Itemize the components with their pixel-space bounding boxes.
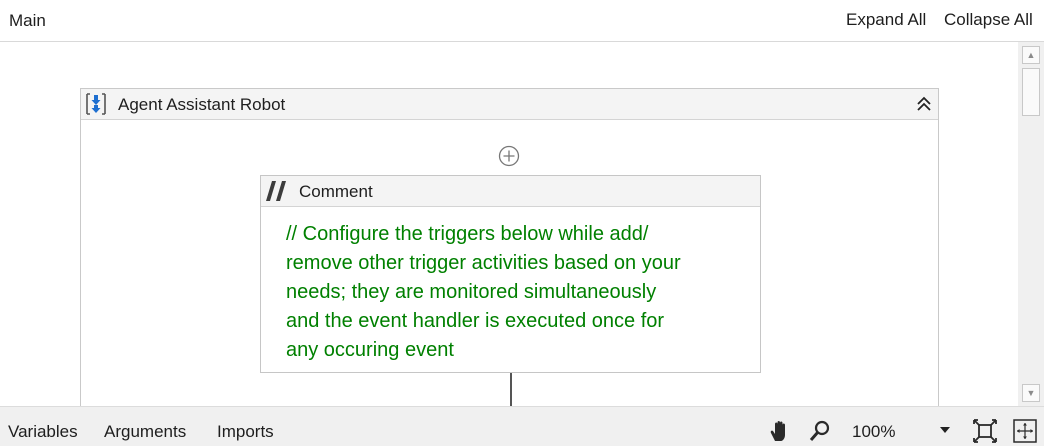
- comment-activity[interactable]: Comment // Configure the triggers below …: [260, 175, 761, 373]
- sequence-icon: [86, 93, 106, 115]
- comment-line: and the event handler is executed once f…: [286, 310, 665, 332]
- plus-circle-icon[interactable]: [498, 145, 520, 167]
- comment-line: any occuring event: [286, 339, 454, 361]
- chevron-down-icon[interactable]: [940, 427, 950, 433]
- comment-title: Comment: [299, 182, 373, 201]
- double-chevron-up-icon[interactable]: [915, 95, 933, 113]
- designer-canvas[interactable]: Agent Assistant Robot Comment // Configu…: [0, 42, 1018, 406]
- vertical-scrollbar[interactable]: ▲ ▼: [1018, 42, 1044, 406]
- scroll-down-button[interactable]: ▼: [1022, 384, 1040, 402]
- zoom-search-icon[interactable]: [808, 419, 832, 443]
- hand-pan-icon[interactable]: [768, 419, 792, 443]
- tab-variables[interactable]: Variables: [8, 422, 78, 442]
- fit-to-screen-icon[interactable]: [973, 419, 997, 443]
- comment-icon: [266, 181, 286, 201]
- comment-header[interactable]: Comment: [261, 176, 760, 207]
- zoom-level[interactable]: 100%: [852, 422, 895, 442]
- scroll-up-button[interactable]: ▲: [1022, 46, 1040, 64]
- collapse-all-link[interactable]: Collapse All: [944, 10, 1033, 30]
- sequence-activity[interactable]: Agent Assistant Robot Comment // Configu…: [80, 88, 939, 406]
- designer-top-bar: Main Expand All Collapse All: [0, 0, 1044, 42]
- comment-line: needs; they are monitored simultaneously: [286, 281, 657, 303]
- scroll-thumb[interactable]: [1022, 68, 1040, 116]
- designer-status-bar: Variables Arguments Imports 100%: [0, 406, 1044, 446]
- tab-arguments[interactable]: Arguments: [104, 422, 186, 442]
- sequence-header[interactable]: Agent Assistant Robot: [81, 89, 938, 120]
- breadcrumb[interactable]: Main: [9, 11, 46, 31]
- sequence-title: Agent Assistant Robot: [118, 95, 286, 114]
- comment-line: // Configure the triggers below while ad…: [286, 223, 649, 245]
- tab-imports[interactable]: Imports: [217, 422, 274, 442]
- overview-icon[interactable]: [1013, 419, 1037, 443]
- expand-all-link[interactable]: Expand All: [846, 10, 926, 30]
- comment-line: remove other trigger activities based on…: [286, 252, 681, 274]
- comment-text[interactable]: // Configure the triggers below while ad…: [286, 220, 746, 365]
- flow-connector: [510, 373, 512, 406]
